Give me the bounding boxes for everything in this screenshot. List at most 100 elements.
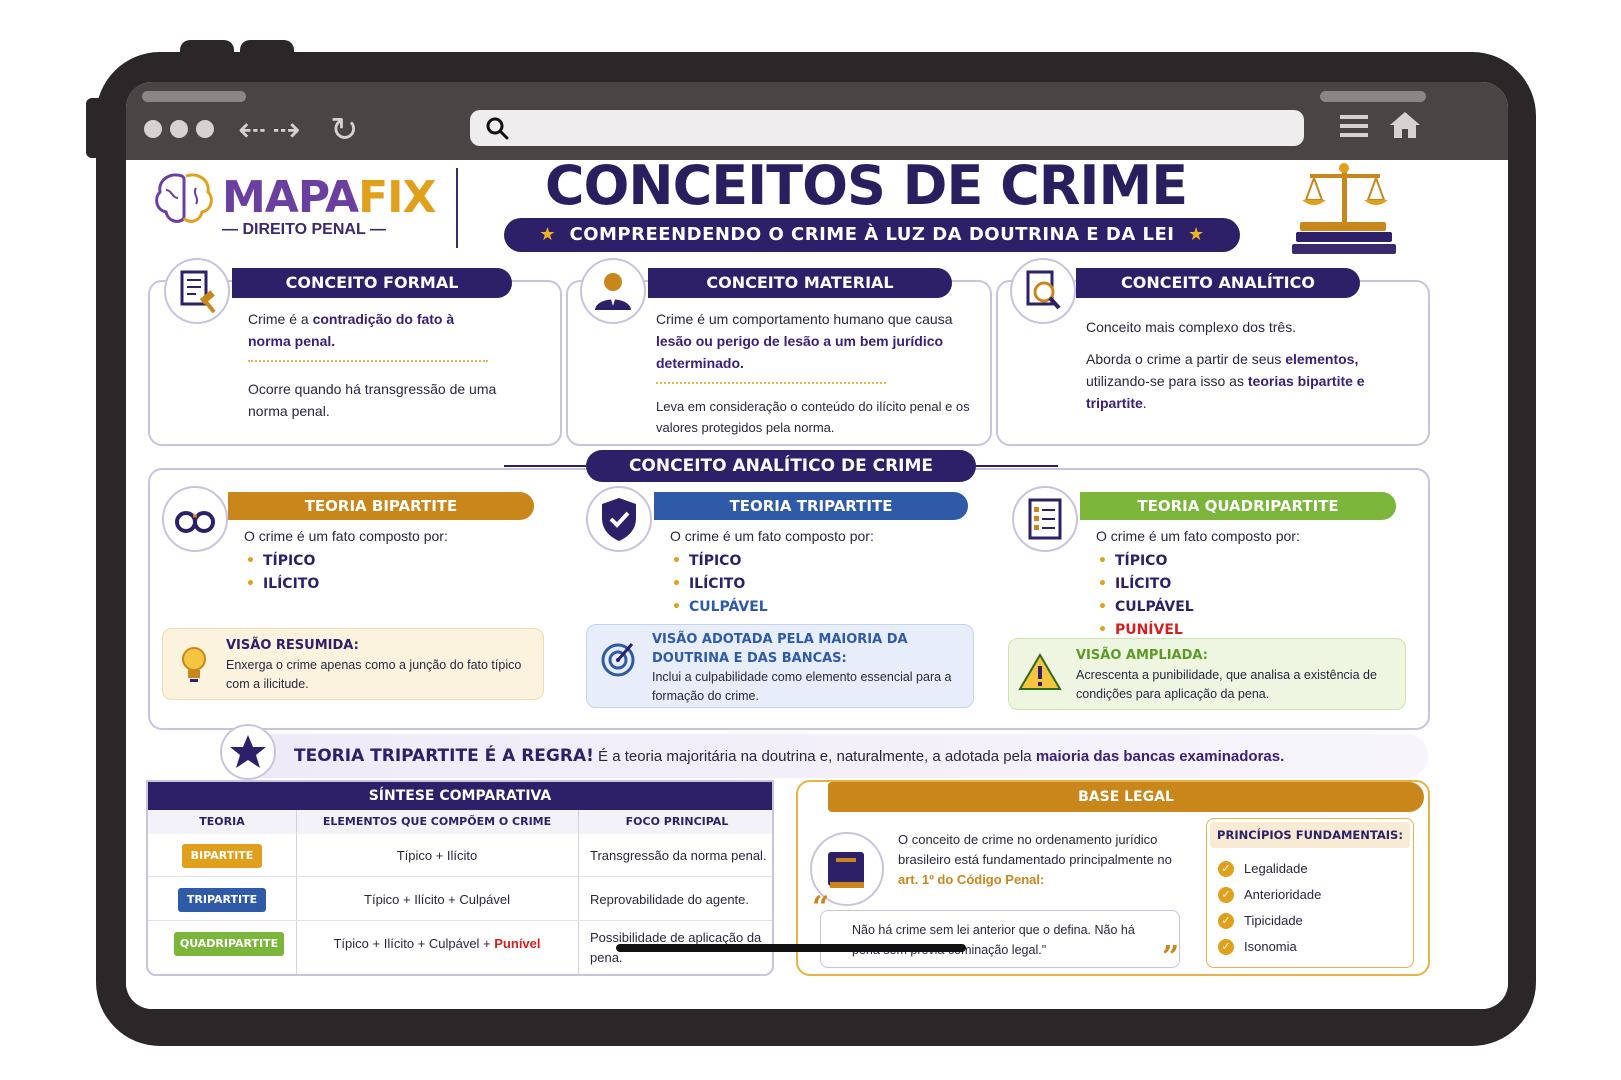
quote-close-icon: ” — [1162, 940, 1180, 975]
bipartite-note-title: VISÃO RESUMIDA: — [226, 638, 359, 653]
rule-star-badge — [220, 724, 276, 780]
quadripartite-intro: O crime é um fato composto por: — [1096, 528, 1300, 544]
page-title: CONCEITOS DE CRIME — [544, 154, 1188, 217]
table-row-bipartite-elements: Típico + Ilícito — [396, 848, 478, 863]
table-row-tripartite-focus: Reprovabilidade do agente. — [590, 892, 750, 907]
list-item: ✓ Isonomia — [1218, 934, 1321, 960]
table-divider — [148, 920, 772, 921]
rule-banner-text: TEORIA TRIPARTITE É A REGRA! É a teoria … — [294, 746, 1285, 766]
list-item: ILÍCITO — [246, 573, 319, 596]
scales-icon — [1292, 163, 1396, 254]
tripartite-elements: TÍPICO ILÍCITO CULPÁVEL — [672, 550, 768, 619]
star-icon — [230, 735, 266, 768]
brain-icon — [155, 173, 213, 223]
list-item: ILÍCITO — [672, 573, 768, 596]
bipartite-elements: TÍPICO ILÍCITO — [246, 550, 319, 596]
concept-formal-detail: Ocorre quando há transgressão de uma nor… — [248, 381, 497, 419]
target-icon — [601, 643, 635, 677]
page-subtitle: ★ COMPREENDENDO O CRIME À LUZ DA DOUTRIN… — [504, 218, 1240, 252]
quadripartite-note-text: Acrescenta a punibilidade, que analisa a… — [1076, 668, 1377, 701]
quote-open-icon: “ — [812, 890, 830, 925]
table-row-tripartite-badge: TRIPARTITE — [178, 888, 266, 912]
bipartite-intro: O crime é um fato composto por: — [244, 528, 448, 544]
magnifier-document-icon — [1010, 258, 1076, 324]
check-icon: ✓ — [1218, 861, 1234, 877]
handcuffs-icon — [162, 486, 228, 552]
forward-icon[interactable]: ⇢ — [272, 110, 301, 150]
back-icon[interactable]: ⇠ — [238, 110, 267, 150]
warning-icon — [1018, 653, 1062, 690]
concept-formal-definition: Crime é a contradição do fato à norma pe… — [248, 311, 455, 349]
address-bar[interactable] — [470, 110, 1304, 146]
home-indicator[interactable] — [616, 944, 966, 952]
browser-chrome: ⇠ ⇢ ↻ — [126, 82, 1508, 160]
analytic-section-title: CONCEITO ANALÍTICO DE CRIME — [586, 450, 976, 482]
tripartite-title: TEORIA TRIPARTITE (PREDOMINANTE) — [654, 492, 968, 543]
section-line-right — [976, 465, 1058, 467]
shield-check-icon — [586, 486, 652, 552]
tablet-screen: ⇠ ⇢ ↻ MAPAFIX — DIREITO PENAL — CONCEITO… — [126, 82, 1508, 1009]
section-line-left — [504, 465, 586, 467]
brand-logo: MAPAFIX — DIREITO PENAL — — [152, 166, 436, 246]
list-item: TÍPICO — [246, 550, 319, 573]
check-icon: ✓ — [1218, 887, 1234, 903]
tab-grabber-left — [142, 91, 246, 102]
concept-analitico-detail: Aborda o crime a partir de seus elemento… — [1086, 351, 1365, 411]
concept-analitico-summary: Conceito mais complexo dos três. — [1086, 319, 1297, 335]
quadripartite-title: TEORIA QUADRIPARTITE — [1080, 492, 1396, 520]
table-header-theory: TEORIA — [148, 810, 296, 834]
tripartite-intro: O crime é um fato composto por: — [670, 528, 874, 544]
concept-formal-separator — [248, 360, 488, 362]
principles-title: PRINCÍPIOS FUNDAMENTAIS: — [1210, 822, 1410, 848]
quadripartite-elements: TÍPICO ILÍCITO CULPÁVEL PUNÍVEL — [1098, 550, 1194, 642]
gavel-document-icon — [164, 258, 230, 324]
bipartite-title: TEORIA BIPARTITE — [228, 492, 534, 520]
legal-base-text: O conceito de crime no ordenamento juríd… — [898, 832, 1172, 887]
concept-material-title: CONCEITO MATERIAL — [648, 268, 952, 298]
table-header-focus: FOCO PRINCIPAL — [578, 810, 772, 834]
search-icon — [486, 117, 509, 140]
home-icon[interactable] — [1388, 110, 1422, 140]
list-item: ✓ Tipicidade — [1218, 908, 1321, 934]
bipartite-note-text: Enxerga o crime apenas como a junção do … — [226, 658, 522, 691]
menu-icon[interactable] — [1340, 112, 1368, 140]
concept-material-definition: Crime é um comportamento humano que caus… — [656, 311, 953, 371]
list-item: ✓ Legalidade — [1218, 856, 1321, 882]
legal-base-title: BASE LEGAL — [828, 782, 1424, 812]
table-row-bipartite-focus: Transgressão da norma penal. — [590, 848, 767, 863]
brand-name: MAPAFIX — [222, 172, 436, 223]
list-item: TÍPICO — [1098, 550, 1194, 573]
table-header-elements: ELEMENTOS QUE COMPÕEM O CRIME — [296, 810, 578, 834]
concept-analitico-title: CONCEITO ANALÍTICO — [1076, 268, 1360, 298]
list-item: TÍPICO — [672, 550, 768, 573]
check-icon: ✓ — [1218, 939, 1234, 955]
table-row-tripartite-elements: Típico + Ilícito + Culpável — [364, 892, 510, 907]
lightbulb-icon — [182, 647, 206, 682]
table-row-bipartite-badge: BIPARTITE — [182, 844, 262, 868]
reload-icon[interactable]: ↻ — [330, 110, 359, 150]
principles-list: ✓ Legalidade ✓ Anterioridade ✓ Tipicidade ✓… — [1218, 856, 1321, 960]
brand-subtitle: — DIREITO PENAL — — [222, 221, 386, 238]
table-row-quadripartite-badge: QUADRIPARTITE — [174, 932, 284, 956]
person-icon — [580, 258, 646, 324]
infographic-page: MAPAFIX — DIREITO PENAL — CONCEITOS DE C… — [126, 154, 1508, 1009]
checklist-icon — [1012, 486, 1078, 552]
quadripartite-note-title: VISÃO AMPLIADA: — [1076, 648, 1208, 663]
list-item: ILÍCITO — [1098, 573, 1194, 596]
tab-grabber-right — [1320, 91, 1426, 102]
window-dot-3[interactable] — [196, 120, 214, 138]
brand-divider — [456, 168, 458, 248]
table-divider — [148, 876, 772, 877]
check-icon: ✓ — [1218, 913, 1234, 929]
table-row-quadripartite-elements: Típico + Ilícito + Culpável + Punível — [333, 936, 541, 951]
synthesis-table-title: SÍNTESE COMPARATIVA — [148, 782, 772, 810]
window-dot-1[interactable] — [144, 120, 162, 138]
tripartite-note-title: VISÃO ADOTADA PELA MAIORIA DA DOUTRINA E… — [652, 632, 908, 666]
concept-material-separator — [656, 382, 886, 384]
concept-formal-title: CONCEITO FORMAL — [232, 268, 512, 298]
list-item: ✓ Anterioridade — [1218, 882, 1321, 908]
tripartite-note-text: Inclui a culpabilidade como elemento ess… — [652, 670, 952, 703]
window-dot-2[interactable] — [170, 120, 188, 138]
table-divider — [578, 810, 579, 974]
list-item: CULPÁVEL — [1098, 596, 1194, 619]
